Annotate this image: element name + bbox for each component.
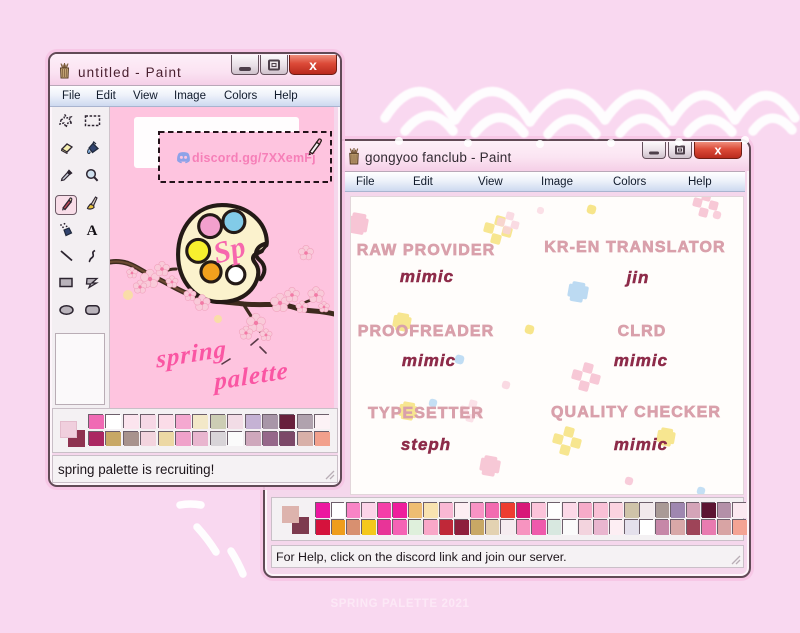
svg-text:A: A <box>87 223 98 237</box>
